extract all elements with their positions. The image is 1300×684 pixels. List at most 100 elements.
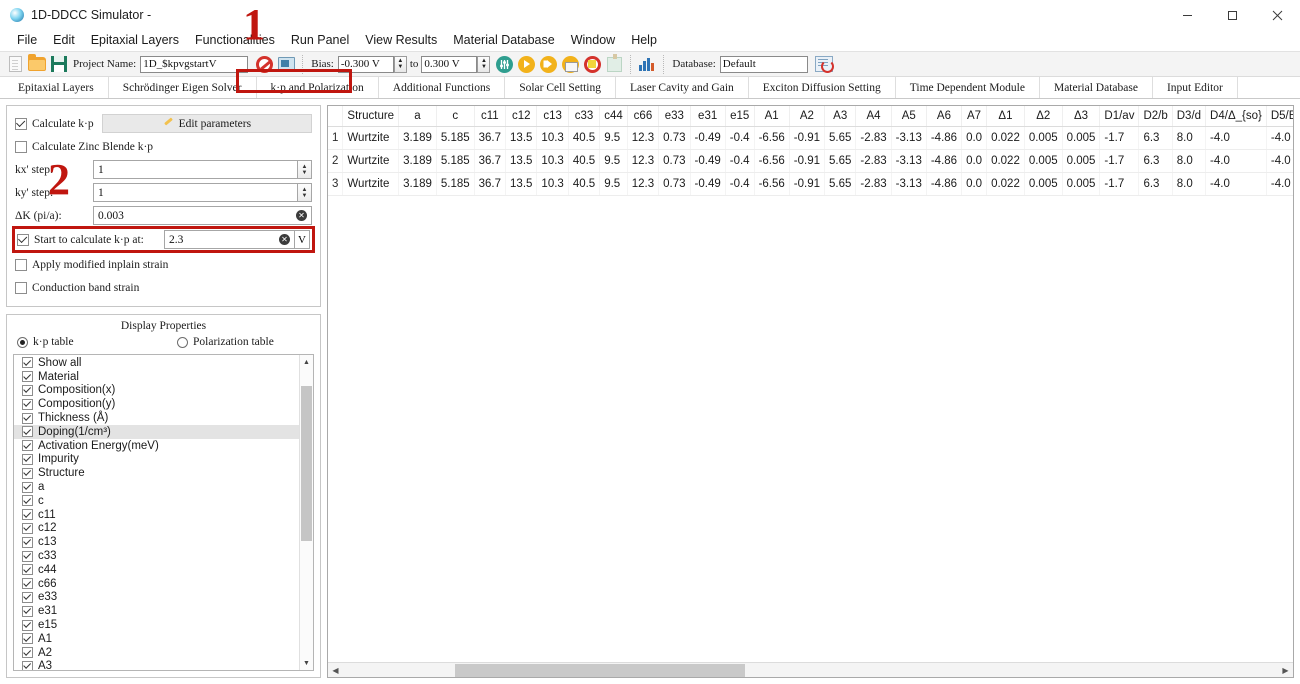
table-cell[interactable]: 9.5	[599, 149, 628, 173]
table-cell[interactable]: 3.189	[398, 126, 437, 150]
hscroll-track[interactable]	[343, 663, 1278, 678]
table-header-cell[interactable]: D3/d	[1172, 106, 1207, 127]
table-cell[interactable]: -0.4	[725, 172, 755, 196]
table-cell[interactable]: 6.3	[1138, 149, 1173, 173]
list-item-checkbox[interactable]	[22, 578, 33, 590]
table-cell[interactable]: -0.91	[789, 126, 826, 150]
table-header-cell[interactable]: Structure	[342, 106, 400, 127]
table-cell[interactable]: -1.7	[1099, 149, 1140, 173]
table-header-cell[interactable]: e33	[658, 106, 691, 127]
list-item[interactable]: Impurity	[14, 453, 299, 467]
table-cell[interactable]: 6.3	[1138, 126, 1173, 150]
table-cell[interactable]: -2.83	[855, 149, 892, 173]
table-cell[interactable]: 10.3	[536, 126, 569, 150]
list-item[interactable]: Activation Energy(meV)	[14, 439, 299, 453]
scrollbar-thumb[interactable]	[301, 386, 312, 542]
bar-chart-icon[interactable]	[636, 53, 658, 75]
list-item-checkbox[interactable]	[22, 536, 33, 548]
table-header-cell[interactable]: c13	[536, 106, 569, 127]
list-item-checkbox[interactable]	[22, 384, 33, 396]
table-header-cell[interactable]: D2/b	[1138, 106, 1173, 127]
menu-run-panel[interactable]: Run Panel	[283, 30, 357, 51]
table-cell[interactable]: -0.49	[690, 172, 726, 196]
table-cell[interactable]: 5.185	[436, 172, 475, 196]
table-cell[interactable]: 0.005	[1024, 149, 1063, 173]
dk-input[interactable]: 0.003 ✕	[93, 206, 312, 225]
table-cell[interactable]: 13.5	[505, 126, 538, 150]
table-header-cell[interactable]: c44	[599, 106, 628, 127]
table-cell[interactable]: 12.3	[627, 172, 660, 196]
stop-run-icon[interactable]	[581, 53, 603, 75]
table-header-cell[interactable]: A5	[891, 106, 927, 127]
table-cell[interactable]: 12.3	[627, 149, 660, 173]
conduction-band-strain-checkbox[interactable]	[15, 281, 27, 294]
table-header-cell[interactable]: A3	[824, 106, 857, 127]
table-cell[interactable]: -0.91	[789, 172, 826, 196]
table-cell[interactable]: 0.005	[1062, 126, 1101, 150]
table-header-cell[interactable]: D1/av	[1099, 106, 1140, 127]
list-item[interactable]: A2	[14, 646, 299, 660]
start-calculate-clear-icon[interactable]: ✕	[279, 234, 290, 245]
table-cell[interactable]: -1.7	[1099, 172, 1140, 196]
list-item-checkbox[interactable]	[22, 550, 33, 562]
list-item[interactable]: c11	[14, 508, 299, 522]
apply-modified-inplain-strain-checkbox[interactable]	[15, 258, 27, 271]
list-item-checkbox[interactable]	[22, 453, 33, 465]
tab-material-database[interactable]: Material Database	[1039, 77, 1153, 98]
table-cell[interactable]: 0.73	[658, 126, 691, 150]
maximize-button[interactable]	[1210, 0, 1255, 30]
table-cell[interactable]: 9.5	[599, 172, 628, 196]
table-cell[interactable]: 9.5	[599, 126, 628, 150]
table-header-cell[interactable]: D5/Epp	[1266, 106, 1293, 127]
start-calculate-checkbox[interactable]	[17, 233, 29, 246]
table-cell[interactable]: -6.56	[754, 126, 790, 150]
table-cell[interactable]: -6.56	[754, 172, 790, 196]
table-cell[interactable]: -0.49	[690, 149, 726, 173]
table-cell[interactable]: -4.0	[1266, 126, 1293, 150]
properties-listbox[interactable]: Show all Material Composition(x) Composi…	[13, 354, 314, 671]
table-cell[interactable]: 0.0	[961, 126, 988, 150]
table-cell[interactable]: 0.005	[1062, 172, 1101, 196]
table-cell[interactable]: 0.73	[658, 172, 691, 196]
bias-from-input[interactable]: -0.300 V	[337, 55, 394, 73]
table-header-cell[interactable]: A1	[754, 106, 790, 127]
table-cell[interactable]: 36.7	[474, 149, 507, 173]
list-item-checkbox[interactable]	[22, 605, 33, 617]
table-cell[interactable]: 8.0	[1172, 172, 1207, 196]
table-cell[interactable]: 36.7	[474, 172, 507, 196]
table-cell[interactable]: -3.13	[891, 172, 927, 196]
table-cell[interactable]: -0.91	[789, 149, 826, 173]
table-header-cell[interactable]: c11	[474, 106, 507, 127]
radio-polarization-table[interactable]: Polarization table	[177, 336, 274, 348]
chevron-up-icon[interactable]: ▲	[300, 355, 313, 369]
list-item-checkbox[interactable]	[22, 467, 33, 479]
table-cell[interactable]: 0.005	[1024, 126, 1063, 150]
menu-file[interactable]: File	[9, 30, 45, 51]
table-header-cell[interactable]: c66	[627, 106, 660, 127]
tab-epitaxial-layers[interactable]: Epitaxial Layers	[4, 77, 109, 98]
table-header-cell[interactable]: a	[398, 106, 437, 127]
no-entry-icon[interactable]	[253, 53, 275, 75]
table-cell[interactable]: -4.86	[926, 149, 963, 173]
list-item[interactable]: Material	[14, 370, 299, 384]
calculate-zinc-blende-checkbox[interactable]	[15, 140, 27, 153]
menu-view-results[interactable]: View Results	[357, 30, 445, 51]
bias-from-stepper[interactable]: ▲ ▼	[393, 55, 407, 73]
table-cell[interactable]: 5.185	[436, 149, 475, 173]
ky-step-stepper[interactable]: ▲ ▼	[298, 183, 312, 202]
list-item[interactable]: Doping(1/cm³)	[14, 424, 299, 439]
table-header-cell[interactable]: A6	[926, 106, 963, 127]
tab-input-editor[interactable]: Input Editor	[1152, 77, 1238, 98]
table-cell[interactable]: 40.5	[568, 126, 601, 150]
table-cell[interactable]: 5.65	[824, 126, 857, 150]
tab-time-dependent-module[interactable]: Time Dependent Module	[895, 77, 1040, 98]
list-item[interactable]: Composition(y)	[14, 397, 299, 411]
list-item-checkbox[interactable]	[22, 591, 33, 603]
table-cell[interactable]: -6.56	[754, 149, 790, 173]
tab-schrodinger-eigen-solver[interactable]: Schrödinger Eigen Solver	[108, 77, 257, 98]
table-cell[interactable]: 40.5	[568, 149, 601, 173]
scrollbar-track[interactable]	[300, 369, 313, 656]
list-item[interactable]: c13	[14, 535, 299, 549]
tab-kp-and-polarization[interactable]: k·p and Polarization	[256, 77, 379, 98]
table-cell[interactable]: 0.022	[986, 126, 1025, 150]
